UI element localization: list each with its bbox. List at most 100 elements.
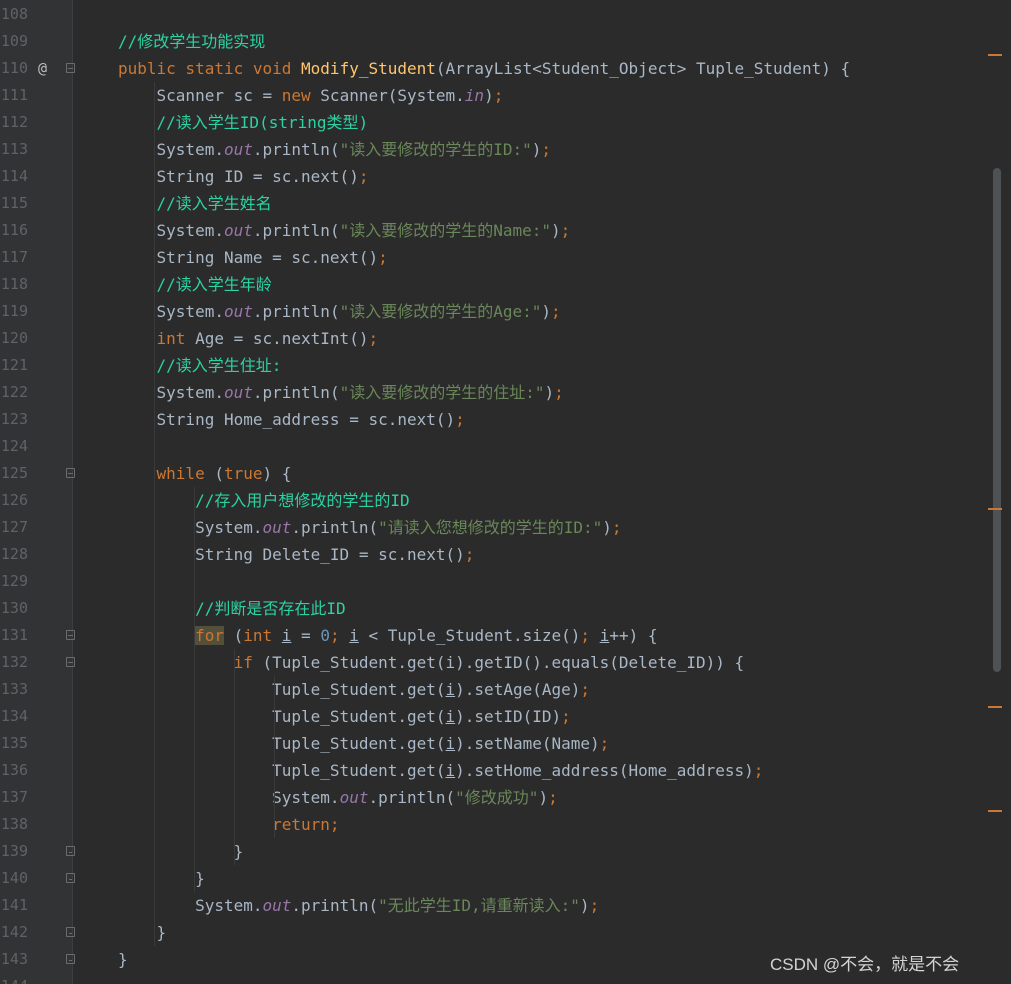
code-editor[interactable]: 108 109 //修改学生功能实现 110 @ public static void M…: [0, 0, 1011, 984]
line-number: 123: [0, 410, 28, 428]
line-number: 133: [0, 680, 28, 698]
code-token: out: [262, 518, 292, 537]
code-token: "读入要修改的学生的住址:": [339, 383, 545, 402]
code-line[interactable]: Tuple_Student.get(i).setID(ID);: [118, 703, 571, 730]
line-number: 142: [0, 923, 28, 941]
line-number: 134: [0, 707, 28, 725]
code-line[interactable]: Tuple_Student.get(i).setName(Name);: [118, 730, 609, 757]
warning-marker[interactable]: [988, 706, 1002, 708]
code-line[interactable]: }: [118, 946, 128, 973]
code-line[interactable]: int Age = sc.nextInt();: [118, 325, 379, 352]
code-token: ;: [493, 86, 504, 105]
code-line[interactable]: System.out.println("读入要修改的学生的住址:");: [118, 379, 564, 406]
line-number: 139: [0, 842, 28, 860]
line-number: 144: [0, 973, 28, 984]
code-token: .println(: [368, 788, 456, 807]
code-line[interactable]: System.out.println("读入要修改的学生的ID:");: [118, 136, 552, 163]
watermark: CSDN @不会，就是不会: [770, 955, 960, 974]
code-token: ;: [455, 410, 465, 429]
code-line[interactable]: System.out.println("无此学生ID,请重新读入:");: [118, 892, 599, 919]
code-token: //读入学生ID(string类型): [118, 113, 369, 132]
line-number: 115: [0, 194, 28, 212]
warning-marker[interactable]: [988, 508, 1002, 510]
code-token: =: [291, 626, 321, 645]
fold-open-icon[interactable]: [66, 63, 75, 73]
fold-end-icon[interactable]: [66, 927, 75, 937]
code-token: out: [223, 221, 253, 240]
code-line[interactable]: Tuple_Student.get(i).setAge(Age);: [118, 676, 590, 703]
code-line[interactable]: //修改学生功能实现: [118, 28, 265, 55]
line-number: 112: [0, 113, 28, 131]
code-line[interactable]: String ID = sc.next();: [118, 163, 369, 190]
fold-open-icon[interactable]: [66, 468, 75, 478]
line-number: 116: [0, 221, 28, 239]
code-line[interactable]: System.out.println("读入要修改的学生的Name:");: [118, 217, 571, 244]
code-line[interactable]: System.out.println("读入要修改的学生的Age:");: [118, 298, 561, 325]
code-token: ;: [368, 329, 379, 348]
code-token: "读入要修改的学生的Age:": [339, 302, 542, 321]
code-line[interactable]: while (true) {: [118, 460, 292, 487]
vertical-scrollbar[interactable]: [993, 168, 1001, 672]
code-line[interactable]: Tuple_Student.get(i).setHome_address(Hom…: [118, 757, 763, 784]
code-token: }: [118, 869, 205, 888]
indent-guide: [234, 649, 235, 865]
code-token: ;: [358, 167, 369, 186]
code-token: i: [281, 626, 292, 645]
code-token: //存入用户想修改的学生的ID: [118, 491, 410, 510]
fold-open-icon[interactable]: [66, 657, 75, 667]
line-number: 111: [0, 86, 28, 104]
line-number: 120: [0, 329, 28, 347]
fold-end-icon[interactable]: [66, 954, 75, 964]
code-token: ++) {: [609, 626, 658, 645]
line-number: 109: [0, 32, 28, 50]
code-token: ).setHome_address(Home_address): [455, 761, 754, 780]
code-token: ): [602, 518, 612, 537]
code-token: ;: [548, 788, 558, 807]
code-token: ).setName(Name): [455, 734, 600, 753]
code-token: out: [262, 896, 292, 915]
fold-end-icon[interactable]: [66, 873, 75, 883]
code-token: int: [243, 626, 282, 645]
code-line[interactable]: //读入学生住址:: [118, 352, 282, 379]
code-token: out: [223, 383, 253, 402]
code-token: out: [223, 140, 253, 159]
code-line[interactable]: }: [118, 838, 244, 865]
override-annotation-icon[interactable]: @: [38, 55, 47, 82]
fold-open-icon[interactable]: [66, 630, 75, 640]
code-line[interactable]: if (Tuple_Student.get(i).getID().equals(…: [118, 649, 745, 676]
code-line[interactable]: return;: [118, 811, 340, 838]
code-token: (: [223, 626, 244, 645]
code-line[interactable]: System.out.println("修改成功");: [118, 784, 558, 811]
code-line[interactable]: //读入学生年龄: [118, 271, 272, 298]
code-token: i: [445, 761, 456, 780]
code-token: "请读入您想修改的学生的ID:": [378, 518, 603, 537]
code-token: .println(: [252, 383, 340, 402]
code-line[interactable]: }: [118, 865, 205, 892]
warning-marker[interactable]: [988, 810, 1002, 812]
code-line[interactable]: for (int i = 0; i < Tuple_Student.size()…: [118, 622, 658, 649]
code-line[interactable]: //判断是否存在此ID: [118, 595, 346, 622]
indent-guide: [194, 487, 195, 892]
code-line[interactable]: String Delete_ID = sc.next();: [118, 541, 474, 568]
code-line[interactable]: }: [118, 919, 167, 946]
code-token: for: [195, 626, 224, 645]
fold-end-icon[interactable]: [66, 846, 75, 856]
code-token: return;: [272, 815, 340, 834]
line-number: 136: [0, 761, 28, 779]
code-token: .println(: [252, 140, 340, 159]
code-line[interactable]: //存入用户想修改的学生的ID: [118, 487, 410, 514]
warning-marker[interactable]: [988, 54, 1002, 56]
code-token: String Name = sc.next(): [118, 248, 379, 267]
line-number: 108: [0, 5, 28, 23]
code-line[interactable]: String Home_address = sc.next();: [118, 406, 465, 433]
code-token: System.: [118, 221, 224, 240]
code-line[interactable]: //读入学生ID(string类型): [118, 109, 369, 136]
code-token: ): [541, 302, 552, 321]
code-line[interactable]: Scanner sc = new Scanner(System.in);: [118, 82, 504, 109]
code-line[interactable]: //读入学生姓名: [118, 190, 272, 217]
code-token: ;: [541, 140, 552, 159]
line-number: 128: [0, 545, 28, 563]
code-line[interactable]: public static void Modify_Student(ArrayL…: [118, 55, 850, 82]
code-line[interactable]: String Name = sc.next();: [118, 244, 388, 271]
